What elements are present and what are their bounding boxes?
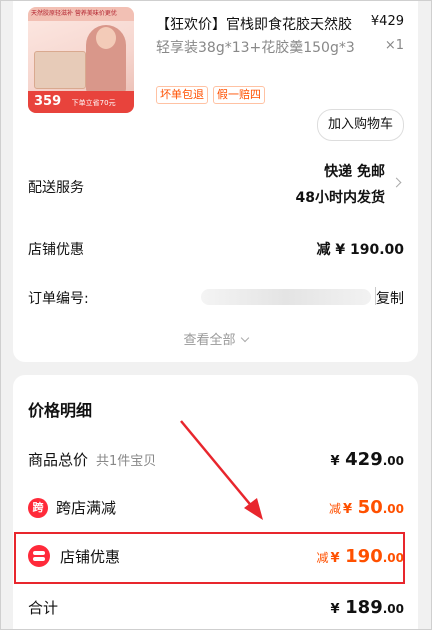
- amount-int: 189: [345, 597, 383, 618]
- order-number-label: 订单编号:: [28, 291, 89, 307]
- goods-count: 共1件宝贝: [96, 454, 157, 469]
- highlight-box: [14, 532, 405, 584]
- product-tags: 坏单包退 假一赔四: [156, 86, 265, 104]
- tag-guarantee: 假一赔四: [213, 86, 265, 104]
- price-details-card: 价格明细 商品总价 共1件宝贝 ¥ 429.00 跨 跨店满减 减 ¥ 50.00…: [13, 375, 418, 629]
- price-details-title: 价格明细: [28, 401, 93, 420]
- goods-total-amount: ¥ 429.00: [331, 449, 404, 470]
- thumbnail-banner: 天然胶原轻滋补 营养美味价更优: [28, 7, 134, 21]
- thumbnail-price-tag: 359 下单立省70元: [28, 91, 134, 113]
- product-title-sub: 轻享装38g*13+花胶羹150g*3: [156, 40, 355, 56]
- chevron-right-icon[interactable]: [391, 177, 402, 188]
- store-discount-label: 店铺优惠: [28, 242, 84, 258]
- delivery-label: 配送服务: [28, 180, 84, 196]
- view-all-link[interactable]: 查看全部: [13, 329, 418, 348]
- thumbnail-person-image: [86, 25, 126, 93]
- sum-label: 合计: [28, 599, 59, 617]
- view-all-label: 查看全部: [183, 333, 236, 348]
- amount-dec: .00: [382, 602, 404, 616]
- thumbnail-price: 359: [34, 94, 62, 109]
- store-discount-value: 减 ¥ 190.00: [316, 242, 404, 258]
- amount-dec: .00: [382, 454, 404, 468]
- product-quantity: ×1: [384, 38, 404, 53]
- delivery-method: 快递 免邮: [324, 164, 385, 180]
- currency-symbol: ¥: [330, 602, 340, 617]
- screenshot-frame: 天然胶原轻滋补 营养美味价更优 359 下单立省70元 【狂欢价】官栈即食花胶天…: [0, 0, 432, 630]
- cross-store-label: 跨店满减: [56, 499, 117, 517]
- amount-int: 429: [345, 449, 383, 470]
- goods-total-label: 商品总价: [28, 451, 89, 469]
- order-number-redacted: [201, 289, 371, 305]
- chevron-down-icon: [240, 333, 249, 343]
- thumbnail-product-box: [34, 51, 86, 89]
- currency-symbol: ¥: [330, 454, 340, 469]
- thumbnail-promo: 下单立省70元: [71, 99, 116, 107]
- cross-store-discount-row: 跨 跨店满减 减 ¥ 50.00: [28, 497, 404, 518]
- product-title-main: 【狂欢价】官栈即食花胶天然胶: [156, 17, 352, 33]
- cross-store-icon: 跨: [28, 497, 48, 518]
- goods-total-row: 商品总价 共1件宝贝 ¥ 429.00: [28, 449, 404, 470]
- amount-prefix: 减: [329, 502, 342, 516]
- delivery-time: 48小时内发货: [295, 190, 385, 206]
- sum-amount: ¥ 189.00: [331, 597, 404, 618]
- tag-return: 坏单包退: [156, 86, 208, 104]
- copy-button[interactable]: 复制: [376, 288, 404, 308]
- amount-dec: .00: [382, 502, 404, 516]
- product-thumbnail[interactable]: 天然胶原轻滋补 营养美味价更优 359 下单立省70元: [28, 7, 134, 113]
- add-to-cart-button[interactable]: 加入购物车: [316, 109, 404, 141]
- currency-symbol: ¥: [343, 502, 353, 517]
- sum-row: 合计 ¥ 189.00: [28, 597, 404, 618]
- cross-store-amount: 减 ¥ 50.00: [329, 497, 404, 518]
- product-title[interactable]: 【狂欢价】官栈即食花胶天然胶 轻享装38g*13+花胶羹150g*3: [156, 14, 378, 60]
- product-price: ¥429: [370, 14, 404, 29]
- amount-int: 50: [357, 497, 383, 518]
- order-card: 天然胶原轻滋补 营养美味价更优 359 下单立省70元 【狂欢价】官栈即食花胶天…: [13, 1, 418, 362]
